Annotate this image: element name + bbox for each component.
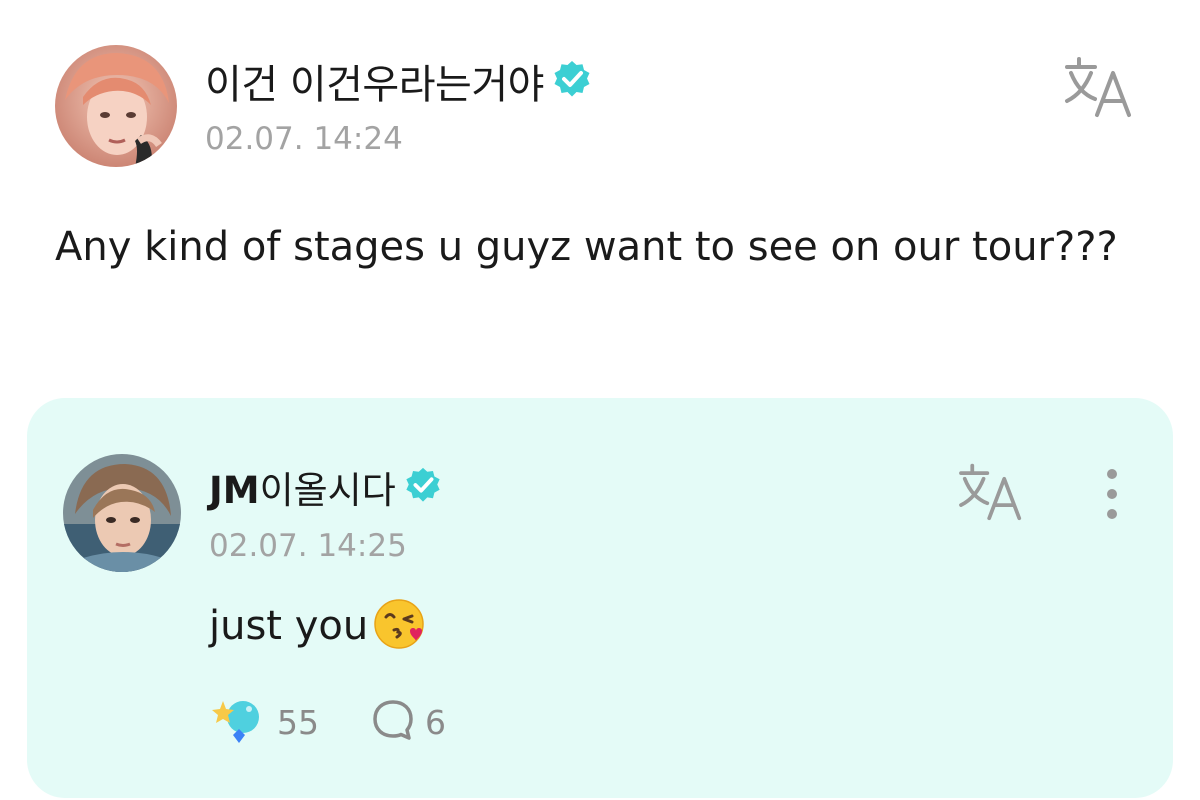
- translate-icon[interactable]: [1063, 53, 1137, 119]
- reply-body-row: just you: [209, 598, 426, 654]
- translate-icon[interactable]: [957, 460, 1027, 522]
- comment-bubble-icon: [371, 698, 415, 746]
- post-author-name[interactable]: 이건 이건우라는거야: [205, 52, 544, 110]
- reply-author-name[interactable]: JM이올시다: [209, 460, 396, 514]
- reply-author-avatar[interactable]: [63, 454, 181, 572]
- post-body-text: Any kind of stages u guyz want to see on…: [55, 224, 1118, 270]
- post-author-avatar[interactable]: [55, 45, 177, 167]
- reply-author-name-korean: 이올시다: [259, 469, 396, 512]
- comment-count: 6: [425, 702, 446, 742]
- comment-button[interactable]: 6: [371, 698, 446, 746]
- reply-card[interactable]: JM이올시다 02.07. 14:25 just you 55 6: [27, 398, 1173, 798]
- weverse-post-screen: 이건 이건우라는거야 02.07. 14:24 Any kind of stag…: [0, 0, 1200, 800]
- reply-author-name-latin: JM: [209, 469, 260, 512]
- kissing-face-with-heart-emoji: [372, 597, 426, 655]
- post-header: 이건 이건우라는거야 02.07. 14:24: [55, 45, 1145, 170]
- verified-badge-icon: [404, 466, 442, 508]
- reply-timestamp: 02.07. 14:25: [209, 528, 407, 564]
- sparkle-reaction-icon: [209, 695, 267, 749]
- more-vertical-icon[interactable]: [1097, 466, 1127, 522]
- reply-actions: 55 6: [209, 694, 446, 750]
- like-count: 55: [277, 702, 319, 742]
- reply-author-row: JM이올시다: [209, 462, 442, 512]
- post-timestamp: 02.07. 14:24: [205, 121, 403, 157]
- reply-body-text: just you: [209, 603, 369, 649]
- verified-badge-icon: [552, 59, 592, 103]
- post-author-row: 이건 이건우라는거야: [205, 53, 592, 109]
- like-button[interactable]: 55: [209, 695, 319, 749]
